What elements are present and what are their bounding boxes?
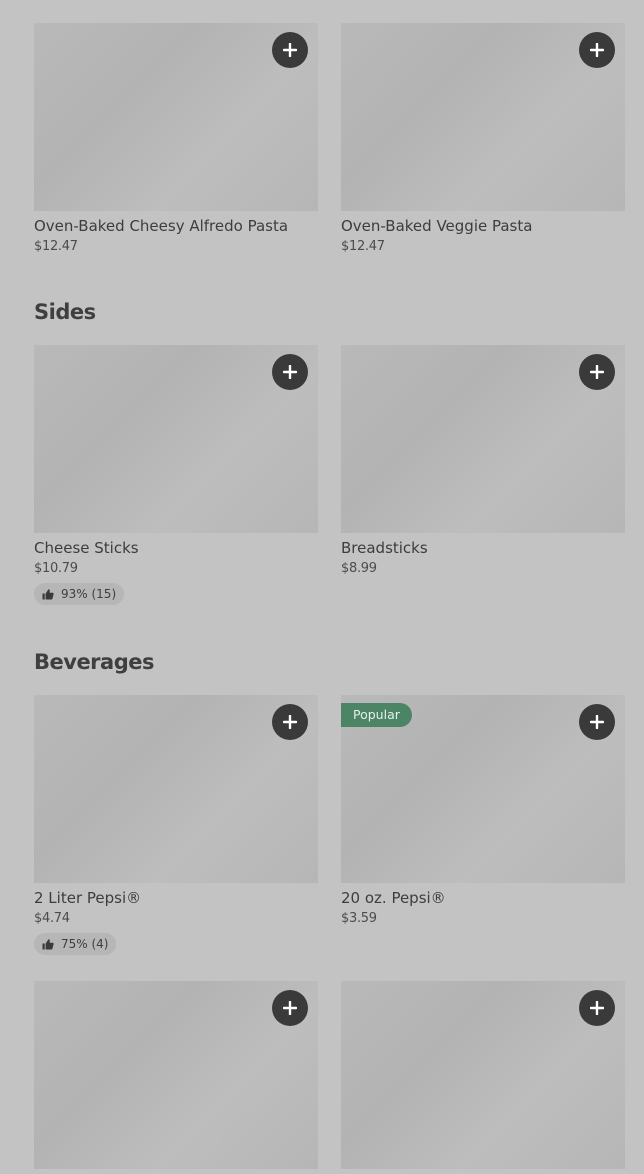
add-item-button[interactable] <box>272 354 308 390</box>
menu-item-card[interactable]: Popular 20 oz. Pepsi® $3.59 <box>341 695 625 927</box>
item-price: $3.59 <box>341 911 377 926</box>
menu-item-card[interactable] <box>34 981 318 1169</box>
rating-text: 75% (4) <box>61 937 109 951</box>
rating-badge: 93% (15) <box>34 583 125 605</box>
plus-icon <box>283 365 297 379</box>
menu-item-card[interactable]: Cheese Sticks $10.79 93% (15) <box>34 345 318 605</box>
item-price: $8.99 <box>341 561 377 576</box>
thumbs-up-icon <box>42 588 54 600</box>
menu-item-card[interactable]: 2 Liter Pepsi® $4.74 75% (4) <box>34 695 318 955</box>
item-image[interactable] <box>34 695 318 883</box>
popular-badge: Popular <box>341 703 412 727</box>
plus-icon <box>590 1001 604 1015</box>
plus-icon <box>283 715 297 729</box>
item-image[interactable] <box>34 345 318 533</box>
item-image[interactable] <box>341 345 625 533</box>
plus-icon <box>590 715 604 729</box>
plus-icon <box>590 365 604 379</box>
item-name[interactable]: Oven-Baked Veggie Pasta <box>341 216 625 236</box>
item-name[interactable]: Breadsticks <box>341 538 625 558</box>
thumbs-up-icon <box>42 938 54 950</box>
add-item-button[interactable] <box>579 32 615 68</box>
item-name[interactable]: Cheese Sticks <box>34 538 318 558</box>
item-name[interactable]: 20 oz. Pepsi® <box>341 888 625 908</box>
add-item-button[interactable] <box>272 32 308 68</box>
plus-icon <box>283 43 297 57</box>
menu-page: Oven-Baked Cheesy Alfredo Pasta $12.47 O… <box>0 0 644 1174</box>
item-name[interactable]: Oven-Baked Cheesy Alfredo Pasta <box>34 216 318 236</box>
menu-item-card[interactable] <box>341 981 625 1169</box>
item-name[interactable]: 2 Liter Pepsi® <box>34 888 318 908</box>
item-image[interactable] <box>341 981 625 1169</box>
menu-item-card[interactable]: Oven-Baked Cheesy Alfredo Pasta $12.47 <box>34 23 318 255</box>
section-title-beverages: Beverages <box>34 650 154 674</box>
menu-item-card[interactable]: Breadsticks $8.99 <box>341 345 625 577</box>
plus-icon <box>590 43 604 57</box>
add-item-button[interactable] <box>579 704 615 740</box>
menu-item-card[interactable]: Oven-Baked Veggie Pasta $12.47 <box>341 23 625 255</box>
add-item-button[interactable] <box>579 354 615 390</box>
item-price: $12.47 <box>341 239 385 254</box>
add-item-button[interactable] <box>272 990 308 1026</box>
rating-text: 93% (15) <box>61 587 117 601</box>
rating-badge: 75% (4) <box>34 933 117 955</box>
add-item-button[interactable] <box>272 704 308 740</box>
plus-icon <box>283 1001 297 1015</box>
item-image[interactable] <box>34 23 318 211</box>
item-price: $12.47 <box>34 239 78 254</box>
item-image[interactable] <box>341 23 625 211</box>
section-title-sides: Sides <box>34 300 96 324</box>
item-price: $10.79 <box>34 561 78 576</box>
item-image[interactable]: Popular <box>341 695 625 883</box>
add-item-button[interactable] <box>579 990 615 1026</box>
item-image[interactable] <box>34 981 318 1169</box>
item-price: $4.74 <box>34 911 70 926</box>
